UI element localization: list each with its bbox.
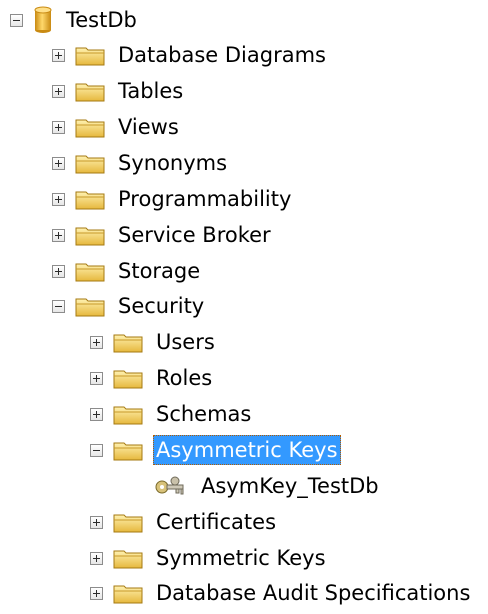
folder-icon: [75, 80, 105, 102]
folder-icon: [113, 439, 143, 461]
tree-node-label: Database Audit Specifications: [156, 581, 471, 605]
tree-node-views[interactable]: Views: [52, 109, 182, 145]
tree-node-tables[interactable]: Tables: [52, 73, 186, 109]
tree-node-label: Tables: [118, 79, 184, 103]
tree-node-users[interactable]: Users: [90, 324, 218, 360]
folder-icon: [75, 44, 105, 66]
tree-node-label: Service Broker: [118, 223, 271, 247]
tree-node-service-broker[interactable]: Service Broker: [52, 217, 274, 253]
tree-node-symmetric-keys[interactable]: Symmetric Keys: [90, 540, 329, 576]
folder-icon: [113, 511, 143, 533]
tree-node-certificates[interactable]: Certificates: [90, 504, 279, 540]
tree-node-label: Certificates: [156, 510, 277, 534]
folder-icon: [113, 367, 143, 389]
expand-icon[interactable]: [90, 551, 103, 565]
tree-node-label: Security: [118, 294, 205, 318]
collapse-icon[interactable]: [52, 299, 65, 313]
folder-icon: [75, 188, 105, 210]
folder-icon: [113, 403, 143, 425]
tree-node-label: Schemas: [156, 402, 252, 426]
tree-node-label: Symmetric Keys: [156, 546, 326, 570]
tree-node-label: AsymKey_TestDb: [201, 474, 379, 498]
collapse-icon[interactable]: [90, 443, 103, 457]
folder-icon: [75, 260, 105, 282]
tree-node-security[interactable]: Security: [52, 288, 207, 324]
tree-node-label: Synonyms: [118, 151, 228, 175]
asymmetric-key-icon: [155, 476, 184, 495]
folder-icon: [113, 547, 143, 569]
folder-icon: [75, 295, 105, 317]
tree-node-label: Programmability: [118, 187, 292, 211]
expand-icon[interactable]: [90, 407, 103, 421]
folder-icon: [75, 224, 105, 246]
object-explorer-tree: TestDb Database Diagrams Tables Views Sy…: [0, 0, 488, 614]
folder-icon: [113, 582, 143, 604]
expand-icon[interactable]: [52, 192, 65, 206]
expand-icon[interactable]: [52, 264, 65, 278]
expand-icon[interactable]: [52, 48, 65, 62]
expand-icon[interactable]: [90, 335, 103, 349]
expand-icon[interactable]: [52, 156, 65, 170]
tree-node-label: TestDb: [66, 8, 137, 32]
folder-icon: [75, 116, 105, 138]
folder-icon: [113, 331, 143, 353]
tree-node-storage[interactable]: Storage: [52, 253, 203, 289]
tree-node-asymmetric-keys[interactable]: Asymmetric Keys: [90, 432, 341, 468]
tree-node-label: Views: [118, 115, 179, 139]
database-icon: [34, 6, 52, 33]
tree-node-testdb[interactable]: TestDb: [10, 2, 140, 38]
tree-node-label-selected: Asymmetric Keys: [153, 435, 341, 465]
tree-node-asymkey-testdb[interactable]: AsymKey_TestDb: [131, 468, 382, 504]
expand-icon[interactable]: [52, 84, 65, 98]
expand-icon[interactable]: [52, 228, 65, 242]
tree-node-programmability[interactable]: Programmability: [52, 181, 294, 217]
tree-node-schemas[interactable]: Schemas: [90, 396, 254, 432]
expand-icon[interactable]: [90, 371, 103, 385]
folder-icon: [75, 152, 105, 174]
expand-icon[interactable]: [90, 586, 103, 600]
tree-node-synonyms[interactable]: Synonyms: [52, 145, 230, 181]
tree-node-label: Roles: [156, 366, 213, 390]
tree-node-roles[interactable]: Roles: [90, 360, 215, 396]
tree-node-database-audit-specifications[interactable]: Database Audit Specifications: [90, 575, 473, 611]
expand-icon[interactable]: [90, 515, 103, 529]
tree-node-label: Users: [156, 330, 215, 354]
tree-node-label: Storage: [118, 259, 201, 283]
expand-icon[interactable]: [52, 120, 65, 134]
collapse-icon[interactable]: [10, 13, 23, 27]
tree-node-label: Database Diagrams: [118, 43, 326, 67]
tree-node-database-diagrams[interactable]: Database Diagrams: [52, 37, 329, 73]
